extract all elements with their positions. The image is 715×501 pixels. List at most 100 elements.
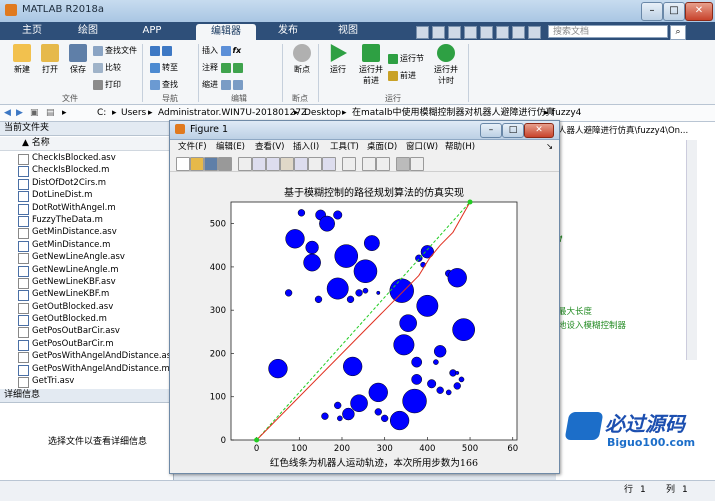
- file-list-item[interactable]: GetNewLineAngle.asv: [18, 251, 173, 265]
- file-list-item[interactable]: DistOfDot2Cirs.m: [18, 177, 173, 190]
- file-list-item[interactable]: GetNewLineKBF.asv: [18, 276, 173, 289]
- tab-publish[interactable]: 发布: [266, 22, 310, 40]
- file-list-item[interactable]: GetOutBlocked.asv: [18, 301, 173, 314]
- save-quick-icon[interactable]: [416, 26, 429, 39]
- rotate-3d-icon[interactable]: [294, 157, 308, 171]
- menu-edit[interactable]: 编辑(E): [216, 140, 245, 154]
- colorbar-icon[interactable]: [362, 157, 376, 171]
- new-button[interactable]: 新建: [8, 44, 36, 75]
- hide-tools-icon[interactable]: [396, 157, 410, 171]
- compare-button[interactable]: 比较: [93, 61, 121, 74]
- open-icon[interactable]: [190, 157, 204, 171]
- menu-help[interactable]: 帮助(H): [445, 140, 475, 154]
- menu-file[interactable]: 文件(F): [178, 140, 207, 154]
- breadcrumb-segment[interactable]: 在matalb中使用模糊控制器对机器人避障进行仿真: [352, 105, 555, 121]
- insert-button[interactable]: 插入 fx: [202, 44, 241, 57]
- search-icon[interactable]: ⌕: [670, 25, 686, 40]
- obstacle-circle: [305, 240, 319, 255]
- legend-icon[interactable]: [376, 157, 390, 171]
- dock-arrow-icon[interactable]: ↘: [546, 140, 553, 154]
- run-advance-button[interactable]: 运行并 前进: [354, 44, 388, 86]
- file-list-item[interactable]: CheckIsBlocked.asv: [18, 152, 173, 165]
- print-button[interactable]: 打印: [93, 78, 121, 91]
- name-column-header[interactable]: ▲ 名称: [0, 137, 173, 151]
- browse-folder-icon[interactable]: ▤: [46, 105, 55, 121]
- help-quick-icon[interactable]: [528, 26, 541, 39]
- show-tools-icon[interactable]: [410, 157, 424, 171]
- tab-editor[interactable]: 编辑器: [196, 24, 256, 40]
- run-time-button[interactable]: 运行并 计时: [430, 44, 462, 86]
- brush-icon[interactable]: [322, 157, 336, 171]
- figure-window[interactable]: Figure 1 – □ ✕ 文件(F) 编辑(E) 查看(V) 插入(I) 工…: [169, 120, 560, 474]
- file-list-item[interactable]: GetNewLineKBF.m: [18, 288, 173, 302]
- file-list-item[interactable]: FuzzyTheData.m: [18, 214, 173, 227]
- menu-tools[interactable]: 工具(T): [330, 140, 359, 154]
- file-list-item[interactable]: CheckIsBlocked.m: [18, 164, 173, 178]
- undo-quick-icon[interactable]: [480, 26, 493, 39]
- tab-apps[interactable]: APP: [130, 22, 174, 40]
- comment-button[interactable]: 注释: [202, 61, 245, 74]
- file-list-item[interactable]: DotRotWithAngel.m: [18, 202, 173, 215]
- file-list-item[interactable]: GetPosWithAngelAndDistance.asv: [18, 350, 176, 364]
- editor-scrollbar[interactable]: [686, 140, 697, 360]
- pointer-icon[interactable]: [238, 157, 252, 171]
- breadcrumb-segment[interactable]: C:: [97, 105, 106, 121]
- indent-button[interactable]: 缩进: [202, 78, 245, 91]
- goto-button[interactable]: 转至: [150, 61, 178, 74]
- breadcrumb-segment[interactable]: fuzzy4: [552, 105, 581, 121]
- file-list-item[interactable]: DotLineDist.m: [18, 189, 173, 203]
- minimize-button[interactable]: –: [641, 2, 663, 21]
- data-cursor-icon[interactable]: [308, 157, 322, 171]
- paste-quick-icon[interactable]: [464, 26, 477, 39]
- menu-window[interactable]: 窗口(W): [406, 140, 438, 154]
- close-button[interactable]: ✕: [685, 2, 713, 21]
- breadcrumb-segment[interactable]: Users: [121, 105, 146, 121]
- figure-close-button[interactable]: ✕: [524, 123, 554, 138]
- link-plot-icon[interactable]: [342, 157, 356, 171]
- save-icon[interactable]: [204, 157, 218, 171]
- file-list-item[interactable]: GetPosWithAngelAndDistance.m: [18, 363, 173, 376]
- print-icon[interactable]: [218, 157, 232, 171]
- new-figure-icon[interactable]: [176, 157, 190, 171]
- save-button[interactable]: 保存: [64, 44, 92, 75]
- back-icon[interactable]: ◀: [4, 105, 11, 121]
- maximize-button[interactable]: □: [663, 2, 685, 21]
- copy-quick-icon[interactable]: [448, 26, 461, 39]
- open-button[interactable]: 打开: [36, 44, 64, 75]
- tab-home[interactable]: 主页: [10, 22, 54, 40]
- tab-view[interactable]: 视图: [326, 22, 370, 40]
- tab-plots[interactable]: 绘图: [66, 22, 110, 40]
- menu-insert[interactable]: 插入(I): [293, 140, 319, 154]
- find-files-button[interactable]: 查找文件: [93, 44, 137, 57]
- breadcrumb-segment[interactable]: Desktop: [304, 105, 341, 121]
- pan-icon[interactable]: [280, 157, 294, 171]
- figure-maximize-button[interactable]: □: [502, 123, 524, 138]
- find-button[interactable]: 查找: [150, 78, 178, 91]
- file-list-item[interactable]: GetMinDistance.m: [18, 239, 173, 252]
- forward-icon[interactable]: ▶: [16, 105, 23, 121]
- advance-button[interactable]: 前进: [388, 69, 416, 82]
- file-list-item[interactable]: GetOutBlocked.m: [18, 313, 173, 327]
- run-section-button[interactable]: 运行节: [388, 52, 424, 65]
- file-list-item[interactable]: GetPosOutBarCir.asv: [18, 325, 173, 339]
- cut-quick-icon[interactable]: [432, 26, 445, 39]
- file-list-item[interactable]: GetTri.asv: [18, 375, 173, 389]
- menu-view[interactable]: 查看(V): [255, 140, 284, 154]
- menu-desktop[interactable]: 桌面(D): [367, 140, 397, 154]
- up-folder-icon[interactable]: ▣: [30, 105, 39, 121]
- file-list-item[interactable]: GetMinDistance.asv: [18, 226, 173, 240]
- switch-windows-icon[interactable]: [512, 26, 525, 39]
- breakpoints-button[interactable]: 断点: [288, 44, 316, 75]
- run-button[interactable]: 运行: [324, 44, 352, 75]
- search-docs-input[interactable]: 搜索文档: [548, 25, 668, 38]
- nav-back-button[interactable]: [150, 44, 174, 57]
- zoom-out-icon[interactable]: [266, 157, 280, 171]
- file-list-item[interactable]: GetPosOutBarCir.m: [18, 338, 173, 351]
- file-name: CheckIsBlocked.asv: [32, 153, 116, 163]
- figure-title-bar[interactable]: Figure 1 – □ ✕: [170, 121, 559, 140]
- zoom-in-icon[interactable]: [252, 157, 266, 171]
- file-list-item[interactable]: GetNewLineAngle.m: [18, 264, 173, 277]
- figure-minimize-button[interactable]: –: [480, 123, 502, 138]
- breadcrumb-segment[interactable]: Administrator.WIN7U-20180127Z: [158, 105, 307, 121]
- redo-quick-icon[interactable]: [496, 26, 509, 39]
